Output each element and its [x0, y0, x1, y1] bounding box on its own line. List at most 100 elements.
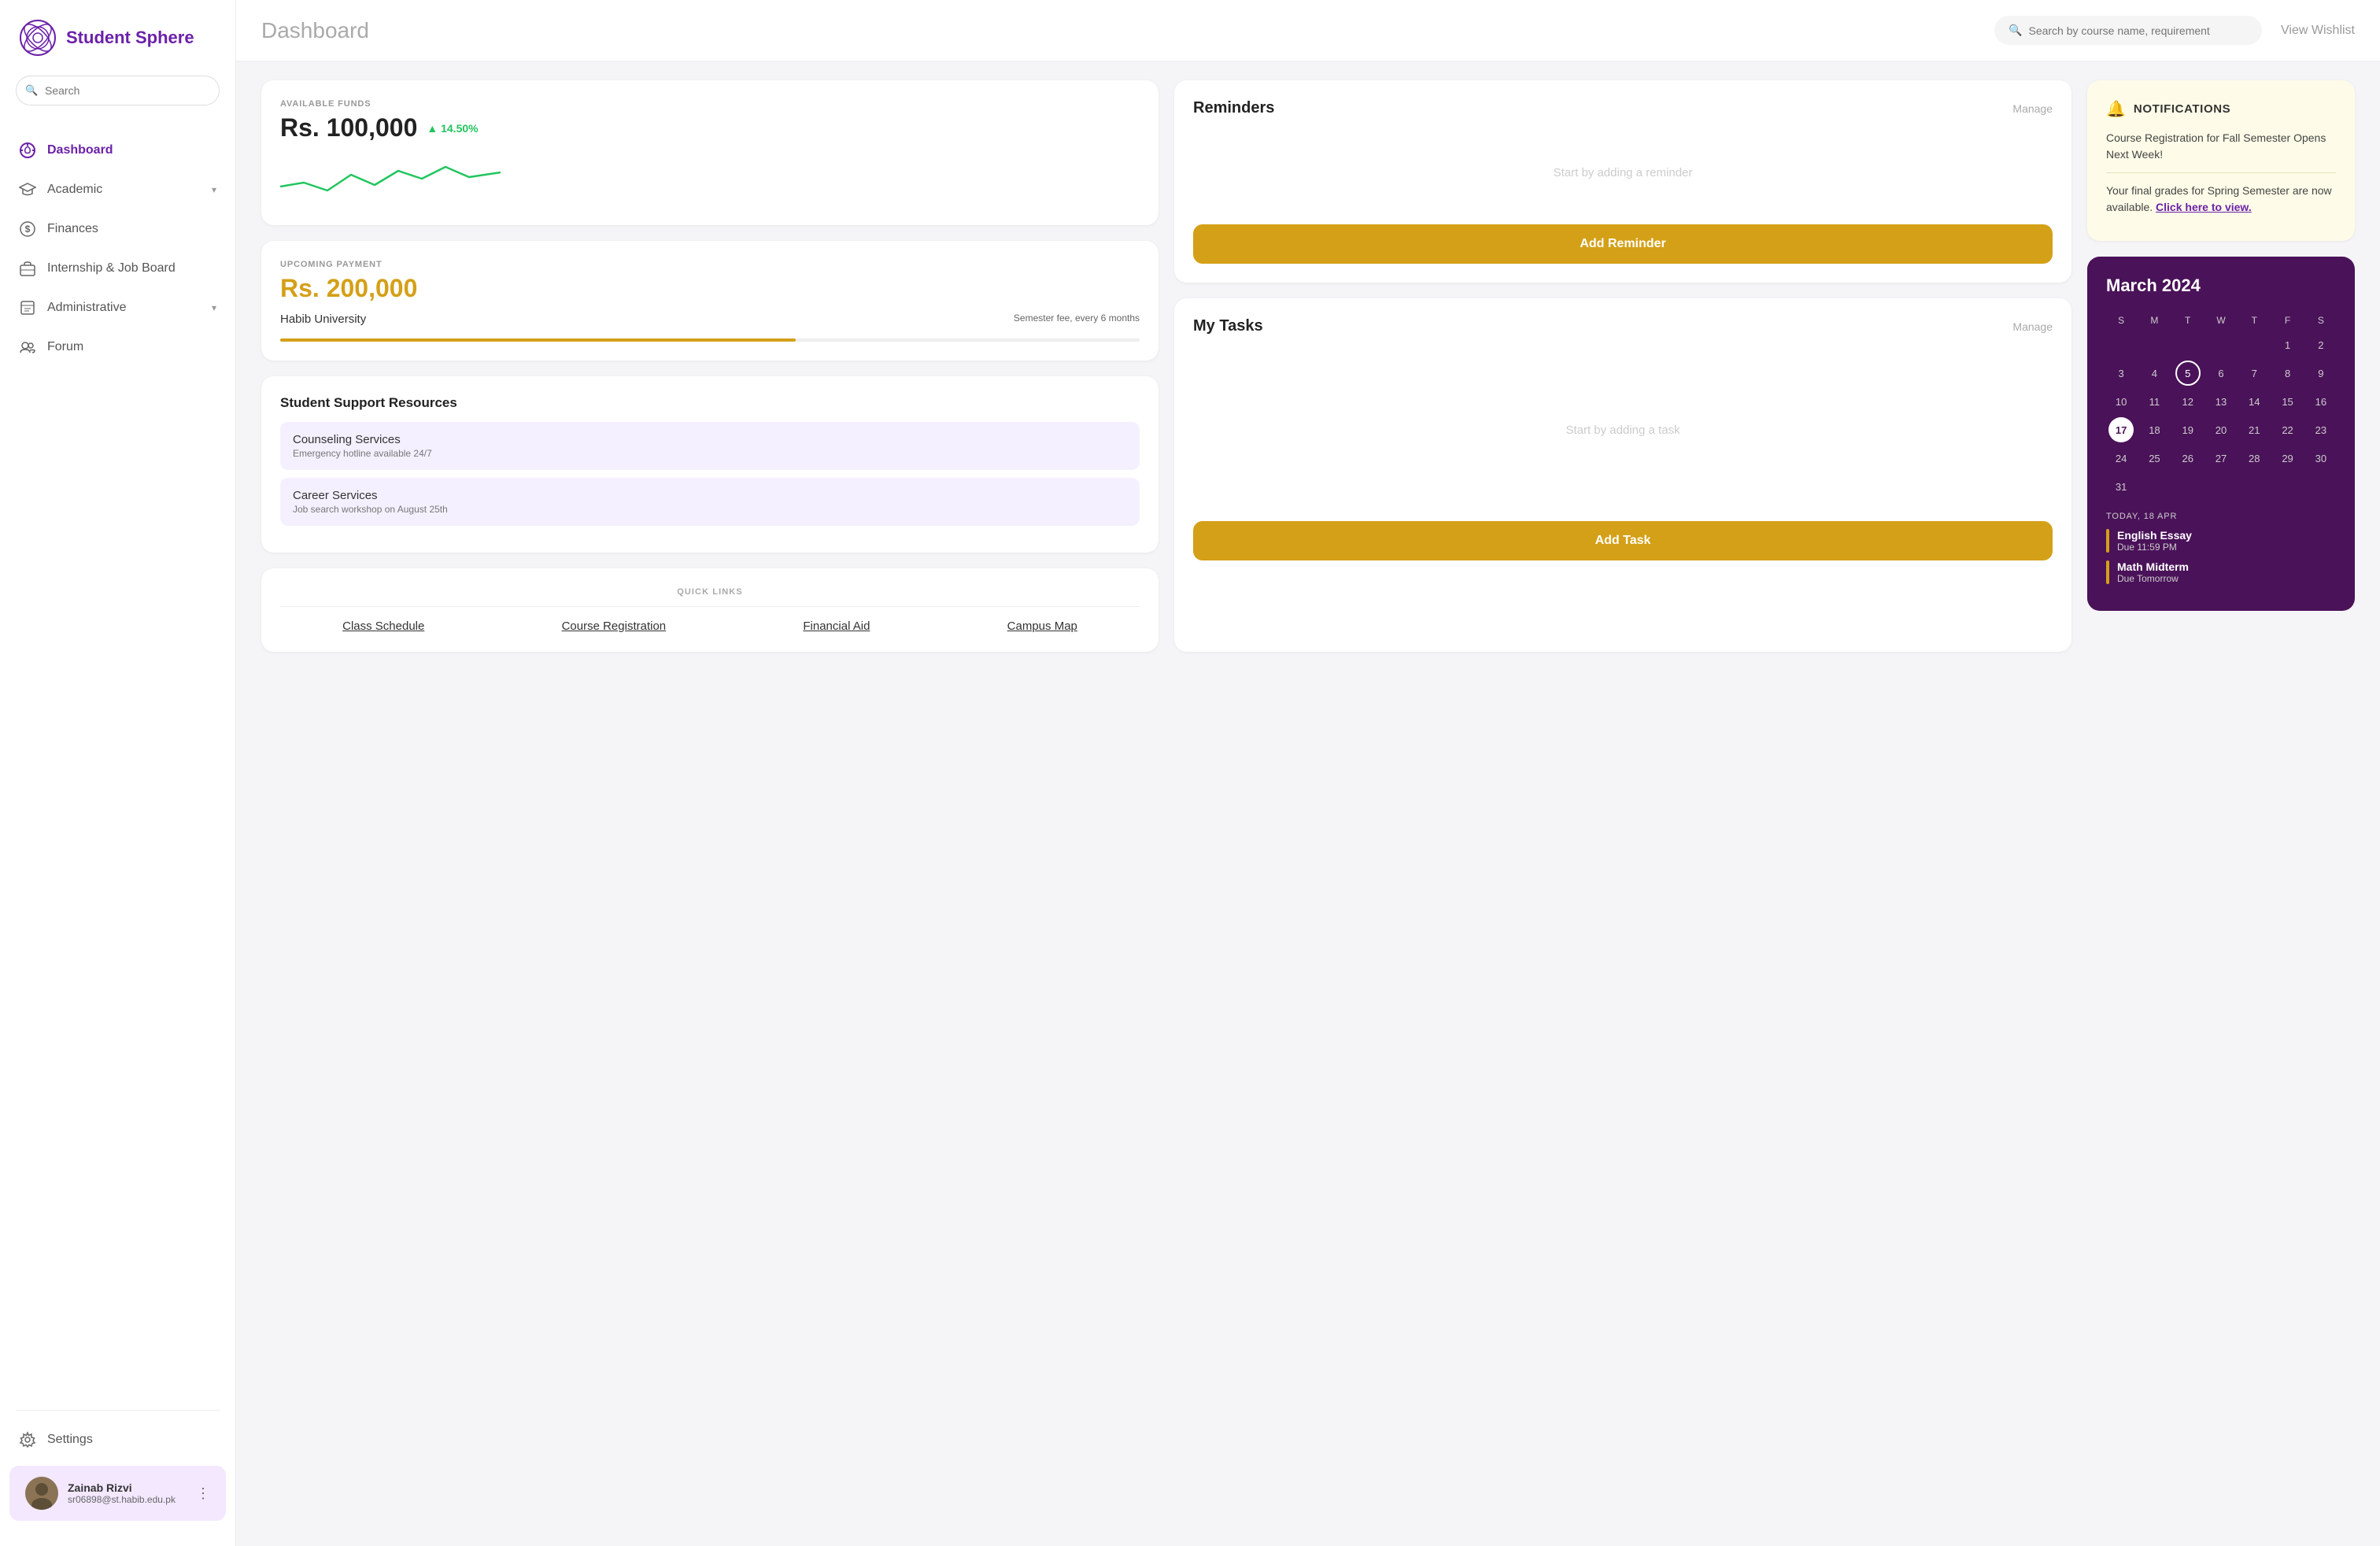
- funds-amount-row: Rs. 100,000 ▲ 14.50%: [280, 113, 1140, 142]
- dashboard-icon: [19, 142, 36, 159]
- event-2-title: Math Midterm: [2117, 560, 2189, 573]
- settings-item[interactable]: Settings: [0, 1420, 235, 1459]
- reminders-manage[interactable]: Manage: [2012, 102, 2053, 115]
- user-info: Zainab Rizvi sr06898@st.habib.edu.pk: [68, 1481, 187, 1505]
- sidebar-item-administrative[interactable]: Administrative ▾: [0, 288, 235, 327]
- cal-day-17-today[interactable]: 17: [2108, 417, 2134, 442]
- cal-day-1[interactable]: 1: [2275, 332, 2301, 357]
- sidebar-item-academic[interactable]: Academic ▾: [0, 170, 235, 209]
- sidebar-search-input[interactable]: [16, 76, 220, 105]
- cal-day-22[interactable]: 22: [2275, 417, 2301, 442]
- quick-links-card: QUICK LINKS Class Schedule Course Regist…: [261, 568, 1159, 652]
- quick-link-course-registration[interactable]: Course Registration: [562, 620, 667, 633]
- cal-day-12[interactable]: 12: [2175, 389, 2201, 414]
- sidebar-divider: [16, 1410, 220, 1411]
- cal-day-16[interactable]: 16: [2308, 389, 2334, 414]
- event-1-sub: Due 11:59 PM: [2117, 542, 2192, 553]
- view-wishlist-link[interactable]: View Wishlist: [2281, 24, 2355, 38]
- dow-m: M: [2139, 312, 2169, 329]
- event-1-title: English Essay: [2117, 529, 2192, 542]
- cal-day-28[interactable]: 28: [2241, 446, 2267, 471]
- quick-links-divider: [280, 606, 1140, 607]
- cal-day-10[interactable]: 10: [2108, 389, 2134, 414]
- cal-day-4[interactable]: 4: [2142, 361, 2167, 386]
- career-title: Career Services: [293, 489, 1127, 502]
- cal-day-23[interactable]: 23: [2308, 417, 2334, 442]
- support-item-career[interactable]: Career Services Job search workshop on A…: [280, 478, 1140, 526]
- payment-details: Habib University Semester fee, every 6 m…: [280, 313, 1140, 326]
- cal-day-3[interactable]: 3: [2108, 361, 2134, 386]
- quick-link-financial-aid[interactable]: Financial Aid: [803, 620, 870, 633]
- sidebar-item-finances-label: Finances: [47, 222, 98, 236]
- counseling-sub: Emergency hotline available 24/7: [293, 448, 1127, 459]
- notification-1: Course Registration for Fall Semester Op…: [2106, 130, 2336, 163]
- search-icon: 🔍: [25, 84, 38, 97]
- payment-frequency: Semester fee, every 6 months: [1014, 313, 1140, 324]
- academic-icon: [19, 181, 36, 198]
- cal-day-30[interactable]: 30: [2308, 446, 2334, 471]
- cal-day-21[interactable]: 21: [2241, 417, 2267, 442]
- cal-day-13[interactable]: 13: [2208, 389, 2234, 414]
- app-name: Student Sphere: [66, 28, 194, 48]
- sidebar-item-dashboard-label: Dashboard: [47, 143, 113, 157]
- add-task-button[interactable]: Add Task: [1193, 521, 2053, 560]
- funds-label: AVAILABLE FUNDS: [280, 99, 1140, 109]
- notif-link[interactable]: Click here to view.: [2156, 201, 2252, 213]
- cal-day-6[interactable]: 6: [2208, 361, 2234, 386]
- dow-w: W: [2206, 312, 2236, 329]
- quick-link-campus-map[interactable]: Campus Map: [1007, 620, 1077, 633]
- sidebar-item-academic-label: Academic: [47, 183, 102, 197]
- cal-day-27[interactable]: 27: [2208, 446, 2234, 471]
- tasks-empty: Start by adding a task: [1193, 351, 2053, 509]
- logo-icon: [19, 19, 57, 57]
- settings-icon: [19, 1431, 36, 1448]
- cal-day-8[interactable]: 8: [2275, 361, 2301, 386]
- sidebar-item-internship[interactable]: Internship & Job Board: [0, 249, 235, 288]
- user-more-icon[interactable]: ⋮: [196, 1485, 210, 1502]
- column-3: 🔔 NOTIFICATIONS Course Registration for …: [2087, 80, 2355, 652]
- notifications-header: 🔔 NOTIFICATIONS: [2106, 99, 2336, 119]
- calendar-event-1: English Essay Due 11:59 PM: [2106, 529, 2336, 553]
- cal-day-20[interactable]: 20: [2208, 417, 2234, 442]
- topbar-search-input[interactable]: [2028, 24, 2248, 37]
- cal-day-25[interactable]: 25: [2142, 446, 2167, 471]
- event-1-info: English Essay Due 11:59 PM: [2117, 529, 2192, 553]
- cal-day-11[interactable]: 11: [2142, 389, 2167, 414]
- cal-day-7[interactable]: 7: [2241, 361, 2267, 386]
- column-1: AVAILABLE FUNDS Rs. 100,000 ▲ 14.50% UPC…: [261, 80, 1159, 652]
- cal-day-2[interactable]: 2: [2308, 332, 2334, 357]
- funds-change: ▲ 14.50%: [427, 122, 478, 135]
- cal-day-19[interactable]: 19: [2175, 417, 2201, 442]
- user-email: sr06898@st.habib.edu.pk: [68, 1494, 187, 1505]
- forum-icon: [19, 338, 36, 356]
- funds-chart: [280, 155, 501, 202]
- user-profile[interactable]: Zainab Rizvi sr06898@st.habib.edu.pk ⋮: [9, 1466, 226, 1521]
- payment-progress-fill: [280, 338, 796, 342]
- quick-links-label: QUICK LINKS: [280, 587, 1140, 597]
- cal-day-15[interactable]: 15: [2275, 389, 2301, 414]
- tasks-title: My Tasks: [1193, 317, 1263, 335]
- add-reminder-button[interactable]: Add Reminder: [1193, 224, 2053, 264]
- sidebar-item-dashboard[interactable]: Dashboard: [0, 131, 235, 170]
- support-item-counseling[interactable]: Counseling Services Emergency hotline av…: [280, 422, 1140, 470]
- cal-day-18[interactable]: 18: [2142, 417, 2167, 442]
- career-sub: Job search workshop on August 25th: [293, 504, 1127, 515]
- cal-day-14[interactable]: 14: [2241, 389, 2267, 414]
- cal-day-24[interactable]: 24: [2108, 446, 2134, 471]
- cal-day-29[interactable]: 29: [2275, 446, 2301, 471]
- tasks-manage[interactable]: Manage: [2012, 320, 2053, 333]
- quick-link-class-schedule[interactable]: Class Schedule: [342, 620, 424, 633]
- topbar-search-container: 🔍: [1994, 16, 2262, 45]
- cal-day-31[interactable]: 31: [2108, 474, 2134, 499]
- bell-icon: 🔔: [2106, 99, 2126, 119]
- cal-day-26[interactable]: 26: [2175, 446, 2201, 471]
- event-bar-1: [2106, 529, 2109, 553]
- cal-day-9[interactable]: 9: [2308, 361, 2334, 386]
- payment-institution: Habib University: [280, 313, 366, 326]
- sidebar-item-finances[interactable]: $ Finances: [0, 209, 235, 249]
- sidebar-item-forum[interactable]: Forum: [0, 327, 235, 367]
- funds-card: AVAILABLE FUNDS Rs. 100,000 ▲ 14.50%: [261, 80, 1159, 225]
- funds-amount: Rs. 100,000: [280, 113, 417, 142]
- cal-day-5[interactable]: 5: [2175, 361, 2201, 386]
- calendar-grid: S M T W T F S 1 2: [2106, 312, 2336, 499]
